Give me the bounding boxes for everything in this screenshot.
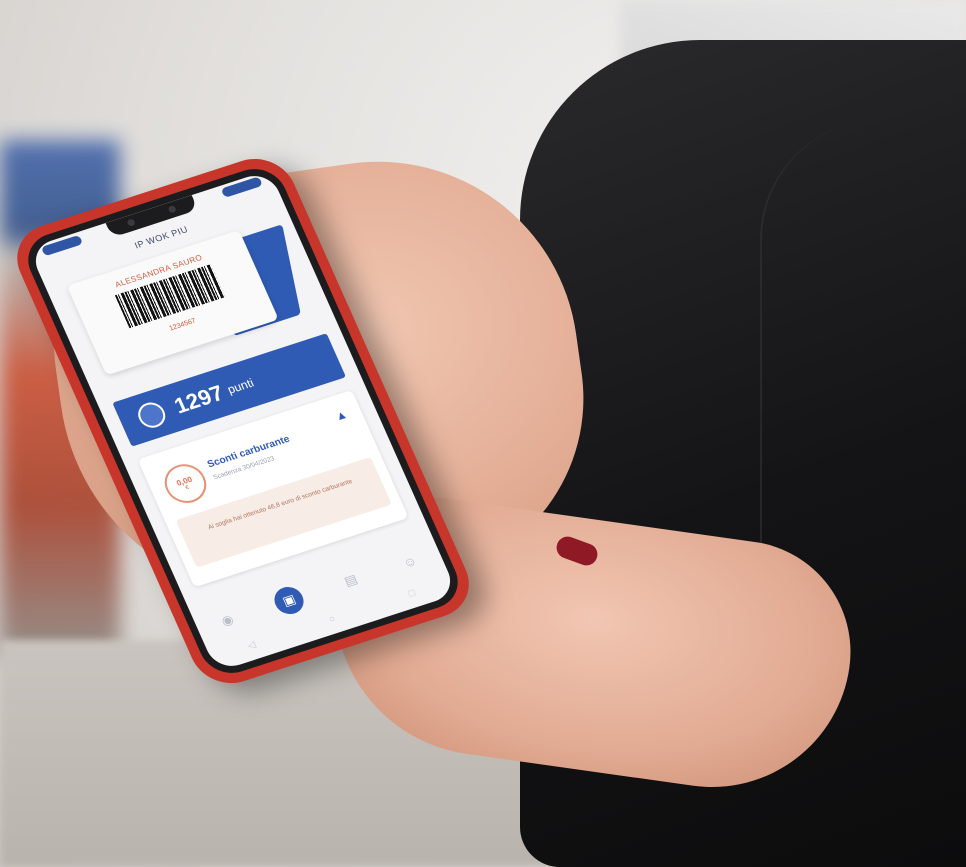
front-camera-icon	[126, 218, 136, 227]
card-icon[interactable]: ▣	[270, 583, 309, 618]
chevron-up-icon[interactable]: ▲	[333, 407, 350, 423]
status-pill-left	[40, 234, 84, 257]
profile-icon[interactable]: ☺	[395, 548, 425, 575]
photo-scene: IP WOK PIU ALESSANDRA SAURO 1234567 1297…	[0, 0, 966, 867]
discount-badge: 0,00 €	[158, 459, 213, 509]
sensor-icon	[167, 204, 178, 214]
discount-note: Ai soglia hai ottenuto 46,8 euro di scon…	[175, 456, 392, 568]
status-pill-right	[220, 176, 263, 198]
home-icon[interactable]: ○	[327, 613, 337, 625]
recents-icon[interactable]: □	[407, 587, 417, 599]
points-value: 1297	[170, 380, 228, 419]
points-unit: punti	[225, 375, 256, 397]
discount-badge-currency: €	[184, 484, 191, 491]
location-icon[interactable]: ◉	[213, 607, 243, 634]
receipt-icon[interactable]: ▤	[336, 567, 366, 594]
back-icon[interactable]: ◁	[246, 639, 258, 651]
coin-icon	[133, 399, 170, 432]
